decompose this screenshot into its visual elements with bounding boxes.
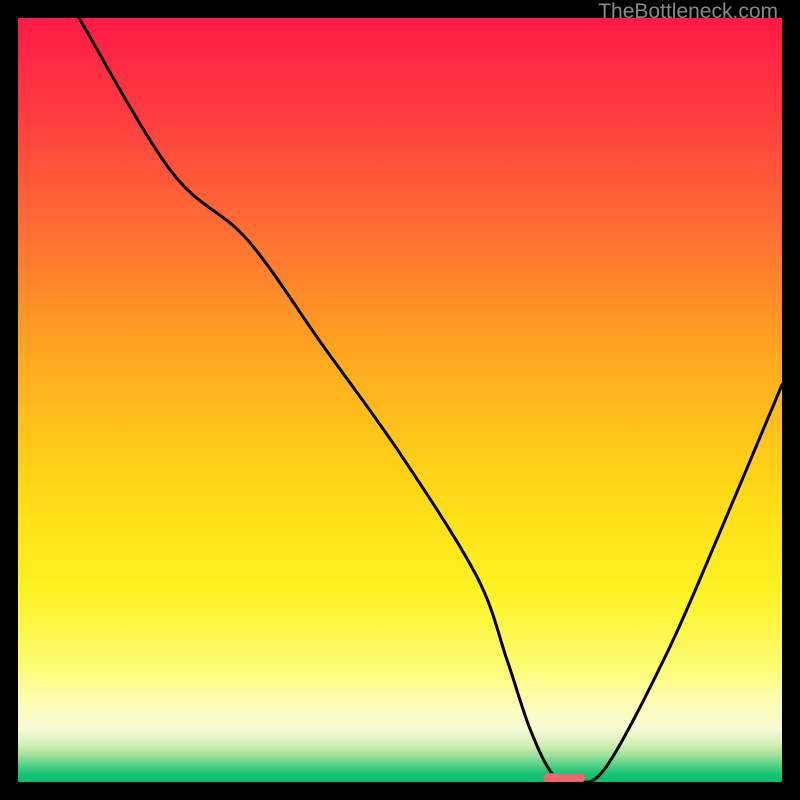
optimal-range-marker bbox=[543, 773, 585, 782]
chart-frame bbox=[18, 18, 782, 782]
chart-background-gradient bbox=[18, 18, 782, 782]
bottleneck-curve-chart bbox=[18, 18, 782, 782]
